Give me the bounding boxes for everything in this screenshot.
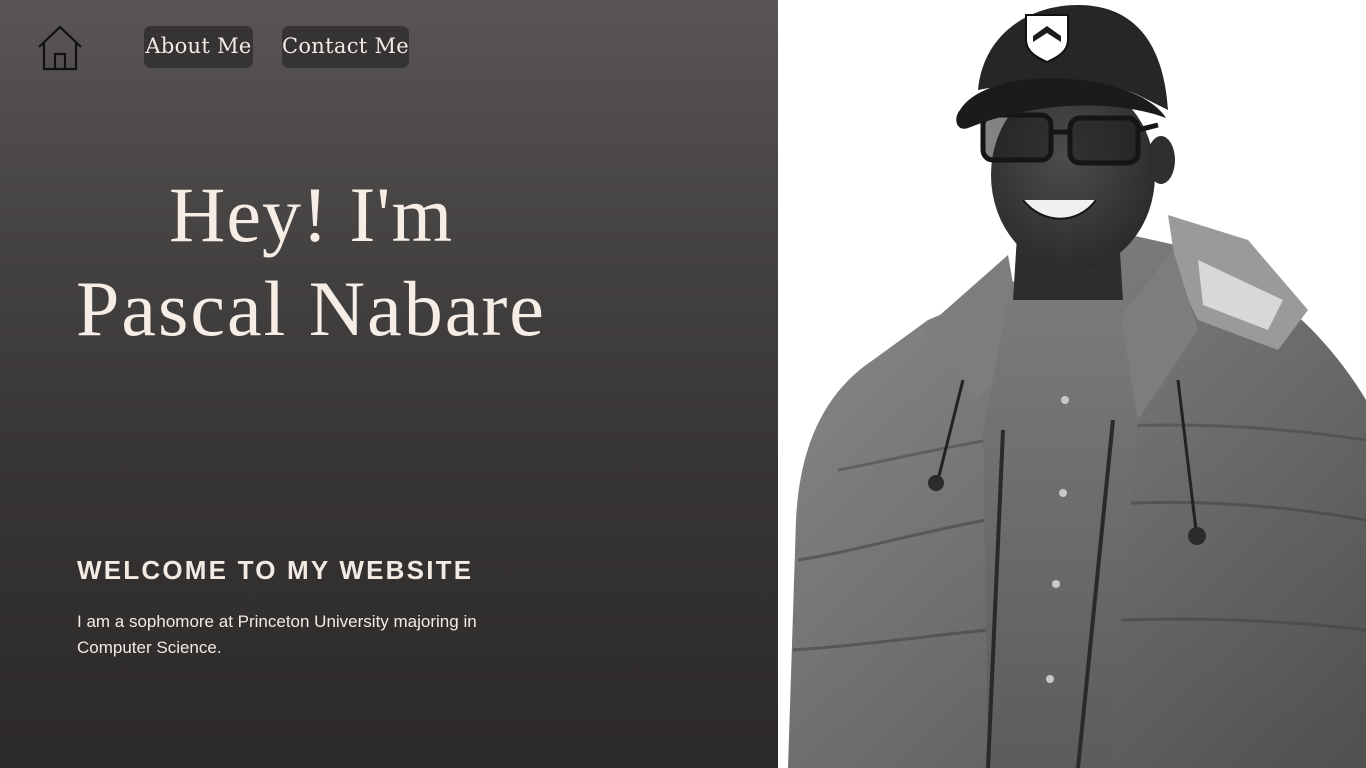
hero-panel: About Me Contact Me Hey! I'm Pascal Naba… <box>0 0 778 768</box>
portrait-panel <box>778 0 1366 768</box>
contact-me-button[interactable]: Contact Me <box>282 26 409 68</box>
portrait-photo <box>788 5 1366 768</box>
home-link[interactable] <box>36 24 84 72</box>
about-me-button[interactable]: About Me <box>144 26 253 68</box>
intro-text: I am a sophomore at Princeton University… <box>77 612 477 657</box>
welcome-heading: WELCOME TO MY WEBSITE <box>77 555 474 585</box>
hero-name: Pascal Nabare <box>76 265 546 352</box>
glasses <box>980 112 1159 166</box>
home-icon <box>38 25 82 71</box>
page: About Me Contact Me Hey! I'm Pascal Naba… <box>0 0 1366 768</box>
hero-greeting: Hey! I'm <box>169 171 454 258</box>
hero-title: Hey! I'm Pascal Nabare <box>76 168 696 356</box>
